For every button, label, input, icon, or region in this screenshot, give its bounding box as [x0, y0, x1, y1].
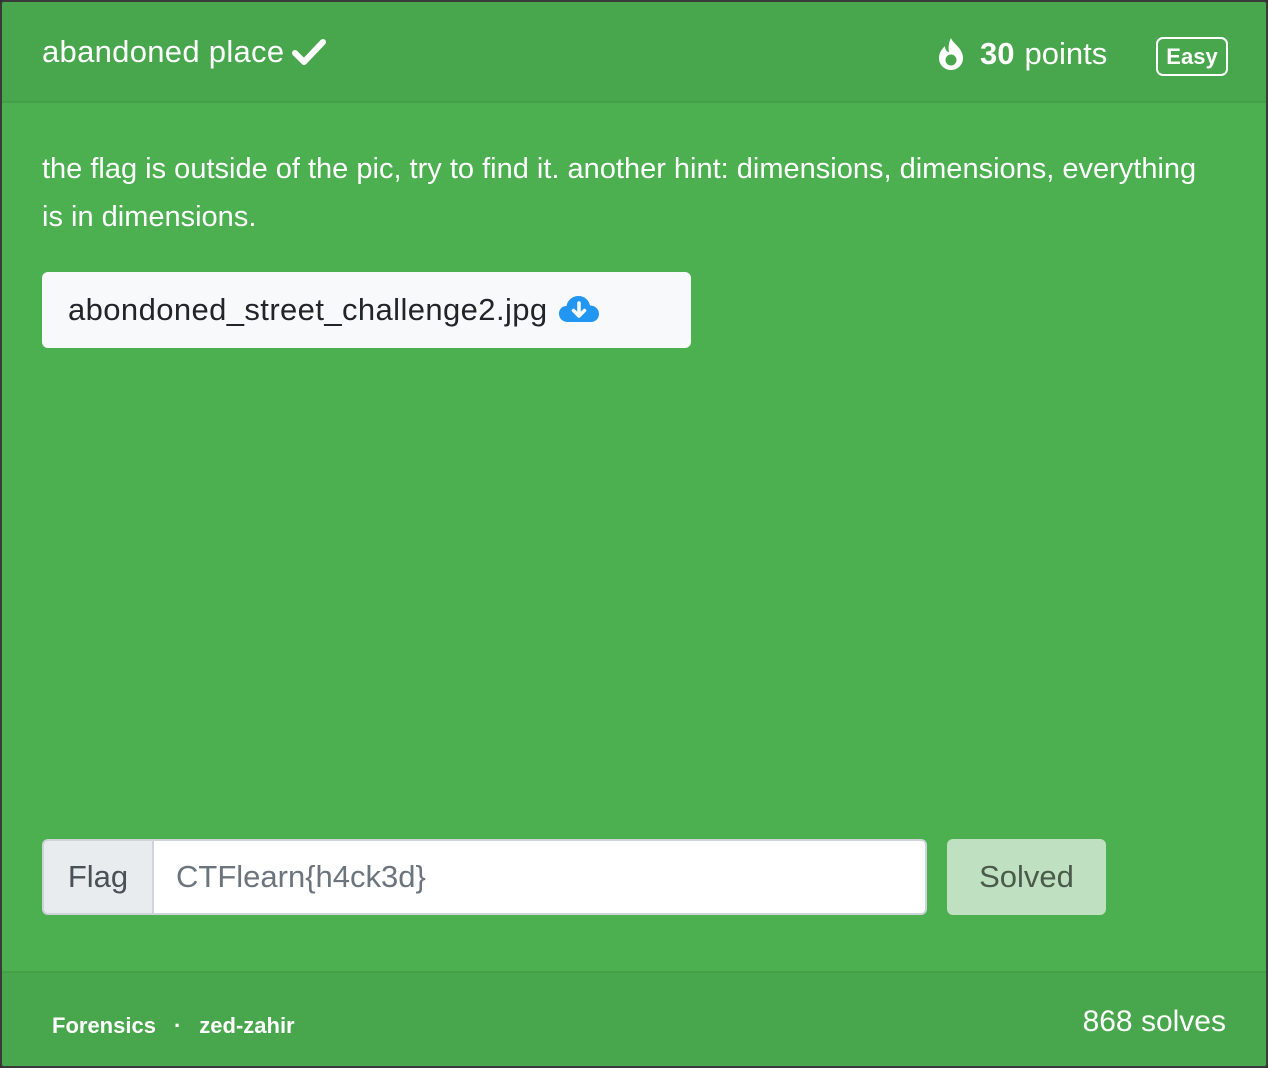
flag-input-group: Flag — [42, 839, 927, 915]
card-footer: Forensics · zed-zahir 868 solves — [2, 971, 1266, 1066]
challenge-title: abandoned place — [42, 34, 285, 69]
flag-input[interactable] — [152, 839, 927, 915]
solves-count: 868 solves — [1082, 1005, 1226, 1038]
points-label: points — [1024, 36, 1108, 71]
challenge-description: the flag is outside of the pic, try to f… — [42, 153, 1197, 233]
author-link[interactable]: zed-zahir — [199, 1013, 294, 1039]
challenge-title-row: abandoned place — [42, 34, 327, 70]
challenge-meta: Forensics · zed-zahir — [52, 1013, 295, 1039]
solved-button[interactable]: Solved — [947, 839, 1106, 915]
difficulty-badge: Easy — [1156, 37, 1228, 76]
flame-icon — [939, 38, 963, 70]
file-name: abondoned_street_challenge2.jpg — [68, 292, 548, 327]
download-file-button[interactable]: abondoned_street_challenge2.jpg — [42, 272, 691, 348]
card-header: abandoned place 30 points Easy — [2, 2, 1266, 103]
points-display: 30 points — [936, 36, 1107, 72]
category-link[interactable]: Forensics — [52, 1013, 156, 1039]
cloud-download-icon — [558, 296, 599, 322]
challenge-card: abandoned place 30 points Easy the flag … — [0, 0, 1268, 1068]
meta-separator: · — [173, 1013, 182, 1038]
check-icon — [292, 39, 327, 65]
flag-label: Flag — [42, 839, 152, 915]
points-value: 30 — [980, 36, 1015, 71]
